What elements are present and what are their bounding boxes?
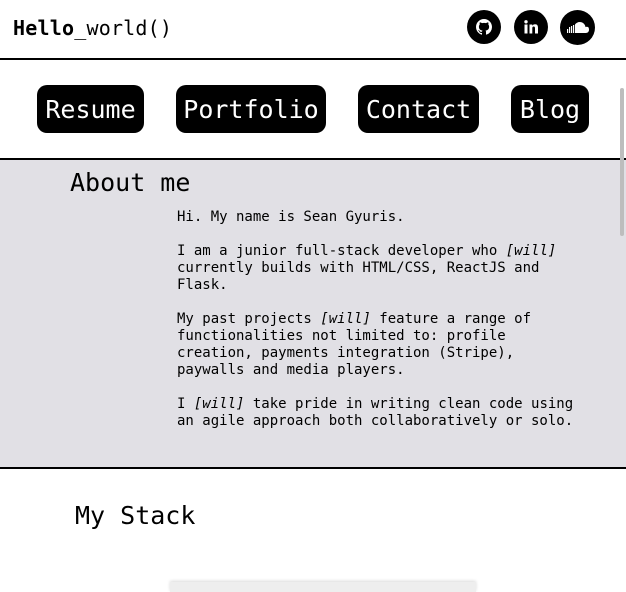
about-role-text-cont: currently builds with HTML/CSS, ReactJS … (177, 260, 540, 293)
about-paragraph-role: I am a junior full-stack developer who [… (177, 243, 597, 294)
soundcloud-link[interactable] (560, 10, 595, 45)
github-icon (476, 19, 492, 35)
site-logo[interactable]: Hello_world() (13, 16, 172, 40)
logo-rest-text: _world() (74, 16, 173, 40)
about-section: About me Hi. My name is Sean Gyuris. I a… (0, 160, 626, 469)
about-paragraph-intro: Hi. My name is Sean Gyuris. (177, 209, 405, 225)
site-header: Hello_world() (0, 0, 626, 60)
nav-contact-button[interactable]: Contact (358, 85, 479, 133)
about-text: Hi. My name is Sean Gyuris. I am a junio… (177, 209, 597, 447)
scrollbar[interactable] (618, 60, 626, 587)
about-title: About me (70, 168, 191, 197)
about-projects-text: My past projects (177, 311, 321, 327)
stack-title: My Stack (75, 501, 196, 530)
about-paragraph-projects: My past projects [will] feature a range … (177, 311, 597, 379)
soundcloud-icon (566, 21, 589, 33)
nav-blog-button[interactable]: Blog (511, 85, 589, 133)
stack-card (170, 582, 476, 592)
nav-portfolio-button[interactable]: Portfolio (176, 85, 326, 133)
main-nav: Resume Portfolio Contact Blog (0, 60, 626, 160)
linkedin-icon (524, 20, 538, 34)
about-approach-emphasis: [will] (193, 396, 245, 412)
github-link[interactable] (467, 10, 501, 44)
linkedin-link[interactable] (514, 10, 548, 44)
about-role-text: I am a junior full-stack developer who (177, 243, 506, 259)
about-role-emphasis: [will] (505, 243, 557, 259)
scrollbar-thumb[interactable] (620, 88, 624, 236)
stack-section: My Stack (0, 469, 626, 592)
nav-resume-button[interactable]: Resume (37, 85, 144, 133)
about-projects-emphasis: [will] (320, 311, 371, 327)
logo-bold-text: Hello (13, 16, 75, 40)
about-approach-text: I (177, 396, 194, 412)
about-paragraph-approach: I [will] take pride in writing clean cod… (177, 396, 597, 430)
